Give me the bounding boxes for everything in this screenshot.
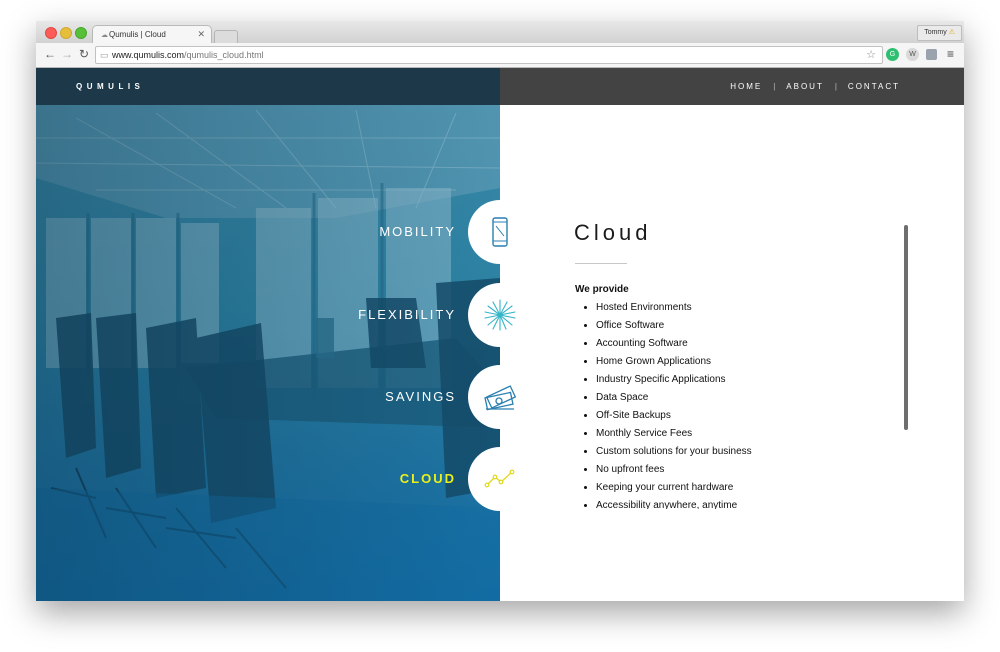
hero-overlay <box>36 105 500 601</box>
site-logo[interactable]: QUMULIS <box>76 82 144 91</box>
list-item: Home Grown Applications <box>596 353 845 371</box>
main-nav: HOME | ABOUT | CONTACT <box>730 68 900 105</box>
list-item: Industry Specific Applications <box>596 371 845 389</box>
url-path: /qumulis_cloud.html <box>184 50 264 60</box>
browser-tab-bar: ☁ Qumulis | Cloud ✕ Tommy ⚠ <box>36 21 964 44</box>
section-title: Cloud <box>574 220 652 245</box>
list-heading: We provide <box>575 284 629 295</box>
extension-icon[interactable] <box>926 49 937 60</box>
close-window-button[interactable] <box>45 27 57 39</box>
address-bar[interactable]: ▭ www.qumulis.com/qumulis_cloud.html ☆ <box>95 46 883 64</box>
starburst-icon <box>484 299 516 331</box>
list-item: Accessibility anywhere, anytime <box>596 497 845 509</box>
minimize-window-button[interactable] <box>60 27 72 39</box>
list-item: Monthly Service Fees <box>596 425 845 443</box>
feature-label-cloud[interactable]: CLOUD <box>336 471 456 486</box>
url-host: www.qumulis.com <box>112 50 185 60</box>
browser-toolbar: ← → ↻ ▭ www.qumulis.com/qumulis_cloud.ht… <box>36 43 964 68</box>
nav-separator: | <box>773 82 776 91</box>
phone-icon <box>492 217 508 247</box>
feature-label-flexibility[interactable]: FLEXIBILITY <box>336 307 456 322</box>
content-scrollbar[interactable] <box>904 225 908 430</box>
bookmark-star-icon[interactable]: ☆ <box>866 47 876 63</box>
money-icon <box>484 385 516 411</box>
profile-name: Tommy <box>924 29 947 36</box>
warning-icon: ⚠ <box>948 29 955 36</box>
profile-button[interactable]: Tommy ⚠ <box>917 25 962 41</box>
list-item: Hosted Environments <box>596 299 845 317</box>
feature-circle-savings[interactable] <box>468 365 532 429</box>
hamburger-menu-icon[interactable]: ≡ <box>947 47 954 61</box>
feature-circle-cloud[interactable] <box>468 447 532 511</box>
feature-circle-flexibility[interactable] <box>468 283 532 347</box>
grammarly-extension-icon[interactable]: G <box>886 48 899 61</box>
website: HOME | ABOUT | CONTACT QUMULIS Cloud We … <box>36 68 964 601</box>
nav-about-link[interactable]: ABOUT <box>786 82 824 91</box>
w-extension-icon[interactable]: W <box>906 48 919 61</box>
header-right-bar: HOME | ABOUT | CONTACT <box>500 68 964 105</box>
feature-circle-mobility[interactable] <box>468 200 532 264</box>
forward-arrow-icon[interactable]: → <box>61 47 73 61</box>
content-panel: Cloud We provide Hosted Environments Off… <box>500 105 964 601</box>
list-item: Off-Site Backups <box>596 407 845 425</box>
services-list-container[interactable]: Hosted Environments Office Software Acco… <box>575 299 845 509</box>
nav-contact-link[interactable]: CONTACT <box>848 82 900 91</box>
new-tab-button[interactable] <box>214 30 238 43</box>
list-item: Custom solutions for your business <box>596 443 845 461</box>
list-item: Office Software <box>596 317 845 335</box>
page-favicon-icon: ☁ <box>101 32 108 39</box>
list-item: Accounting Software <box>596 335 845 353</box>
nav-separator: | <box>834 82 837 91</box>
tab-close-icon[interactable]: ✕ <box>197 29 205 40</box>
reload-icon[interactable]: ↻ <box>79 47 89 61</box>
tab-title: Qumulis | Cloud <box>109 30 166 39</box>
list-item: Data Space <box>596 389 845 407</box>
feature-label-savings[interactable]: SAVINGS <box>336 389 456 404</box>
feature-label-mobility[interactable]: MOBILITY <box>336 224 456 239</box>
list-item: No upfront fees <box>596 461 845 479</box>
services-list: Hosted Environments Office Software Acco… <box>575 299 845 509</box>
browser-tab[interactable]: ☁ Qumulis | Cloud ✕ <box>92 25 212 44</box>
back-arrow-icon[interactable]: ← <box>44 47 56 61</box>
list-item: Keeping your current hardware <box>596 479 845 497</box>
title-divider <box>575 263 627 264</box>
page-icon: ▭ <box>100 50 109 60</box>
nav-home-link[interactable]: HOME <box>730 82 762 91</box>
browser-window: ☁ Qumulis | Cloud ✕ Tommy ⚠ ← → ↻ ▭ www.… <box>36 21 964 601</box>
url-text: www.qumulis.com/qumulis_cloud.html <box>112 47 264 63</box>
hero-photo-panel <box>36 68 500 601</box>
line-graph-icon <box>484 469 515 488</box>
maximize-window-button[interactable] <box>75 27 87 39</box>
